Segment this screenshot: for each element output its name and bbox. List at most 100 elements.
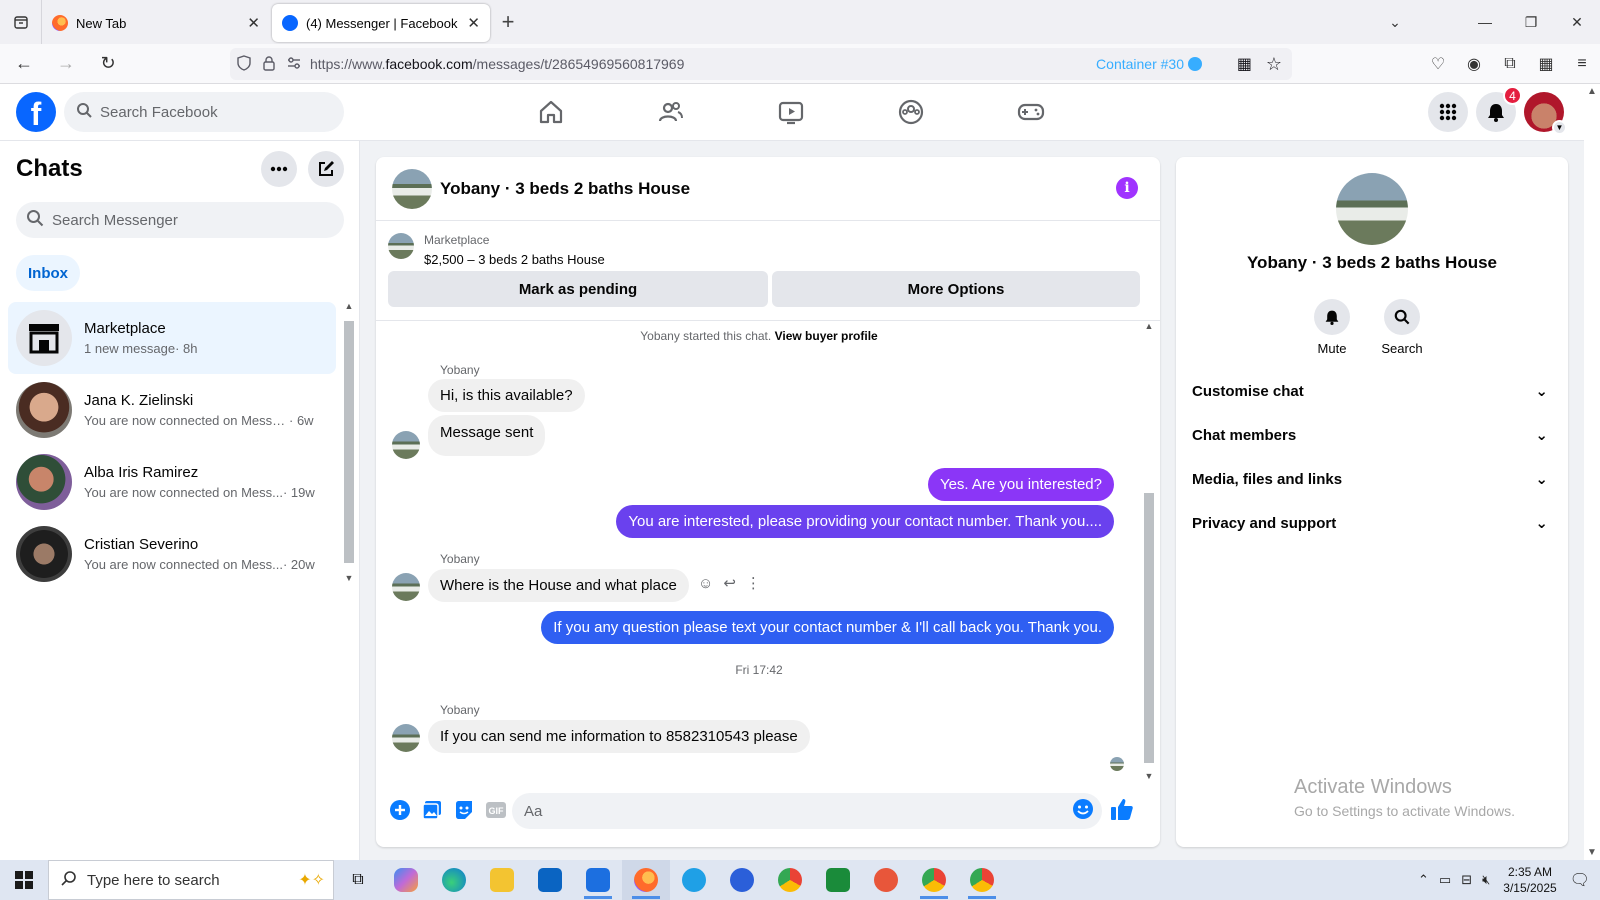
home-icon[interactable] <box>491 84 611 140</box>
chat-members-section[interactable]: Chat members ⌄ <box>1192 413 1552 457</box>
new-tab-button[interactable]: + <box>490 9 526 35</box>
permissions-icon[interactable] <box>286 56 302 73</box>
taskbar-search[interactable]: Type here to search ✦✧ <box>48 860 334 900</box>
chat-item-jana[interactable]: Jana K. Zielinski You are now connected … <box>8 374 336 446</box>
gaming-icon[interactable] <box>971 84 1091 140</box>
shield-icon[interactable] <box>236 54 252 74</box>
forward-icon[interactable]: → <box>48 46 84 82</box>
conversation-title[interactable]: Yobany · 3 beds 2 baths House <box>440 179 690 199</box>
show-hidden-icons-icon[interactable]: ⌃ <box>1413 872 1434 888</box>
containers-icon[interactable]: ▦ <box>1528 54 1564 74</box>
customise-chat-section[interactable]: Customise chat ⌄ <box>1192 369 1552 413</box>
pocket-icon[interactable]: ♡ <box>1420 54 1456 74</box>
windows-start-icon[interactable] <box>0 860 48 900</box>
app-icon[interactable] <box>718 860 766 900</box>
qr-code-icon[interactable]: ▦ <box>1237 54 1252 74</box>
listing-title[interactable]: $2,500 – 3 beds 2 baths House <box>424 252 605 267</box>
system-clock[interactable]: 2:35 AM 3/15/2025 <box>1495 864 1564 896</box>
message-bubble[interactable]: If you any question please text your con… <box>541 611 1114 644</box>
message-bubble[interactable]: Message sent <box>428 415 546 456</box>
messenger-search-input[interactable] <box>52 211 344 229</box>
close-window-icon[interactable]: ✕ <box>1554 14 1600 31</box>
groups-icon[interactable] <box>851 84 971 140</box>
photo-icon[interactable] <box>416 794 448 826</box>
scroll-down-icon[interactable]: ▼ <box>1587 847 1597 858</box>
menu-icon[interactable]: ≡ <box>1564 55 1600 73</box>
minimize-icon[interactable]: — <box>1462 14 1508 30</box>
chat-item-cristian[interactable]: Cristian Severino You are now connected … <box>8 518 336 590</box>
menu-grid-icon[interactable] <box>1428 92 1468 132</box>
account-icon[interactable]: ◉ <box>1456 54 1492 74</box>
back-icon[interactable]: ← <box>6 46 42 82</box>
chrome-profile-r-icon[interactable] <box>958 860 1006 900</box>
chat-item-marketplace[interactable]: Marketplace 1 new message · 8h <box>8 302 336 374</box>
profile-avatar[interactable]: ▼ <box>1524 92 1567 135</box>
scroll-up-icon[interactable]: ▲ <box>1584 86 1600 97</box>
privacy-support-section[interactable]: Privacy and support ⌄ <box>1192 501 1552 545</box>
paint-icon[interactable] <box>862 860 910 900</box>
meet-icon[interactable]: ▭ <box>1434 872 1456 888</box>
address-bar[interactable]: https://www.facebook.com/messages/t/2865… <box>230 48 1292 80</box>
bookmark-star-icon[interactable]: ☆ <box>1266 54 1282 75</box>
browser-tab-messenger[interactable]: (4) Messenger | Facebook ✕ <box>272 4 490 42</box>
view-buyer-profile-link[interactable]: View buyer profile <box>775 329 878 343</box>
video-icon[interactable] <box>731 84 851 140</box>
extensions-icon[interactable]: ⧉ <box>1492 55 1528 73</box>
lock-icon[interactable] <box>262 55 276 74</box>
message-thread-scrollbar[interactable]: ▲ ▼ <box>1142 321 1156 781</box>
message-bubble[interactable]: Yes. Are you interested? <box>927 468 1114 501</box>
conversation-avatar-large[interactable] <box>1336 173 1408 245</box>
tab-list-icon[interactable] <box>0 0 42 44</box>
message-bubble[interactable]: Hi, is this available? <box>428 379 585 412</box>
scrollbar-thumb[interactable] <box>344 321 354 563</box>
gif-icon[interactable]: GIF <box>480 794 512 826</box>
add-attachment-icon[interactable] <box>384 794 416 826</box>
info-icon[interactable]: i <box>1116 177 1138 199</box>
container-label[interactable]: Container #30 <box>1096 56 1202 72</box>
mark-as-pending-button[interactable]: Mark as pending <box>388 271 768 307</box>
message-bubble[interactable]: If you can send me information to 858231… <box>428 720 810 753</box>
reload-icon[interactable]: ↻ <box>90 46 126 82</box>
sticker-icon[interactable] <box>448 794 480 826</box>
chrome-icon[interactable] <box>766 860 814 900</box>
friends-icon[interactable] <box>611 84 731 140</box>
new-message-icon[interactable] <box>308 151 344 187</box>
file-explorer-icon[interactable] <box>478 860 526 900</box>
scroll-up-icon[interactable]: ▲ <box>1142 321 1156 331</box>
more-options-icon[interactable] <box>261 151 297 187</box>
browser-tab-new-tab[interactable]: New Tab ✕ <box>42 4 270 42</box>
thumbs-up-icon[interactable] <box>1110 797 1134 826</box>
scroll-down-icon[interactable]: ▼ <box>342 573 356 583</box>
task-view-icon[interactable]: ⧉ <box>334 860 382 900</box>
wps-writer-icon[interactable] <box>574 860 622 900</box>
notifications-icon[interactable]: 🗨︎ <box>1565 870 1600 890</box>
more-options-button[interactable]: More Options <box>772 271 1140 307</box>
chat-list-scrollbar[interactable]: ▲ ▼ <box>342 301 356 583</box>
outlook-icon[interactable] <box>526 860 574 900</box>
listing-thumbnail[interactable] <box>388 233 414 259</box>
emoji-icon[interactable] <box>1072 798 1094 825</box>
edge-icon[interactable] <box>430 860 478 900</box>
message-input[interactable] <box>524 802 1072 820</box>
close-tab-icon[interactable]: ✕ <box>247 14 260 32</box>
messenger-search[interactable] <box>16 202 344 238</box>
search-in-conversation-button[interactable]: Search <box>1372 299 1432 356</box>
message-bubble[interactable]: You are interested, please providing you… <box>616 505 1114 538</box>
react-icon[interactable]: ☺ <box>698 575 713 592</box>
network-icon[interactable]: ⊟ <box>1456 872 1477 888</box>
media-files-links-section[interactable]: Media, files and links ⌄ <box>1192 457 1552 501</box>
volume-muted-icon[interactable]: 🔇︎ <box>1477 872 1495 888</box>
reply-icon[interactable]: ↩ <box>723 574 736 592</box>
facebook-search[interactable] <box>64 92 344 132</box>
game-app-icon[interactable] <box>814 860 862 900</box>
restore-icon[interactable]: ❐ <box>1508 14 1554 31</box>
page-scrollbar[interactable]: ▲ ▼ <box>1584 84 1600 860</box>
scroll-down-icon[interactable]: ▼ <box>1142 771 1156 781</box>
facebook-logo[interactable]: f <box>16 92 56 132</box>
scroll-up-icon[interactable]: ▲ <box>342 301 356 311</box>
notifications-bell-icon[interactable]: 4 <box>1476 86 1522 132</box>
facebook-search-input[interactable] <box>100 103 344 121</box>
chat-item-alba[interactable]: Alba Iris Ramirez You are now connected … <box>8 446 336 518</box>
conversation-avatar[interactable] <box>392 168 432 209</box>
scrollbar-thumb[interactable] <box>1144 493 1154 763</box>
